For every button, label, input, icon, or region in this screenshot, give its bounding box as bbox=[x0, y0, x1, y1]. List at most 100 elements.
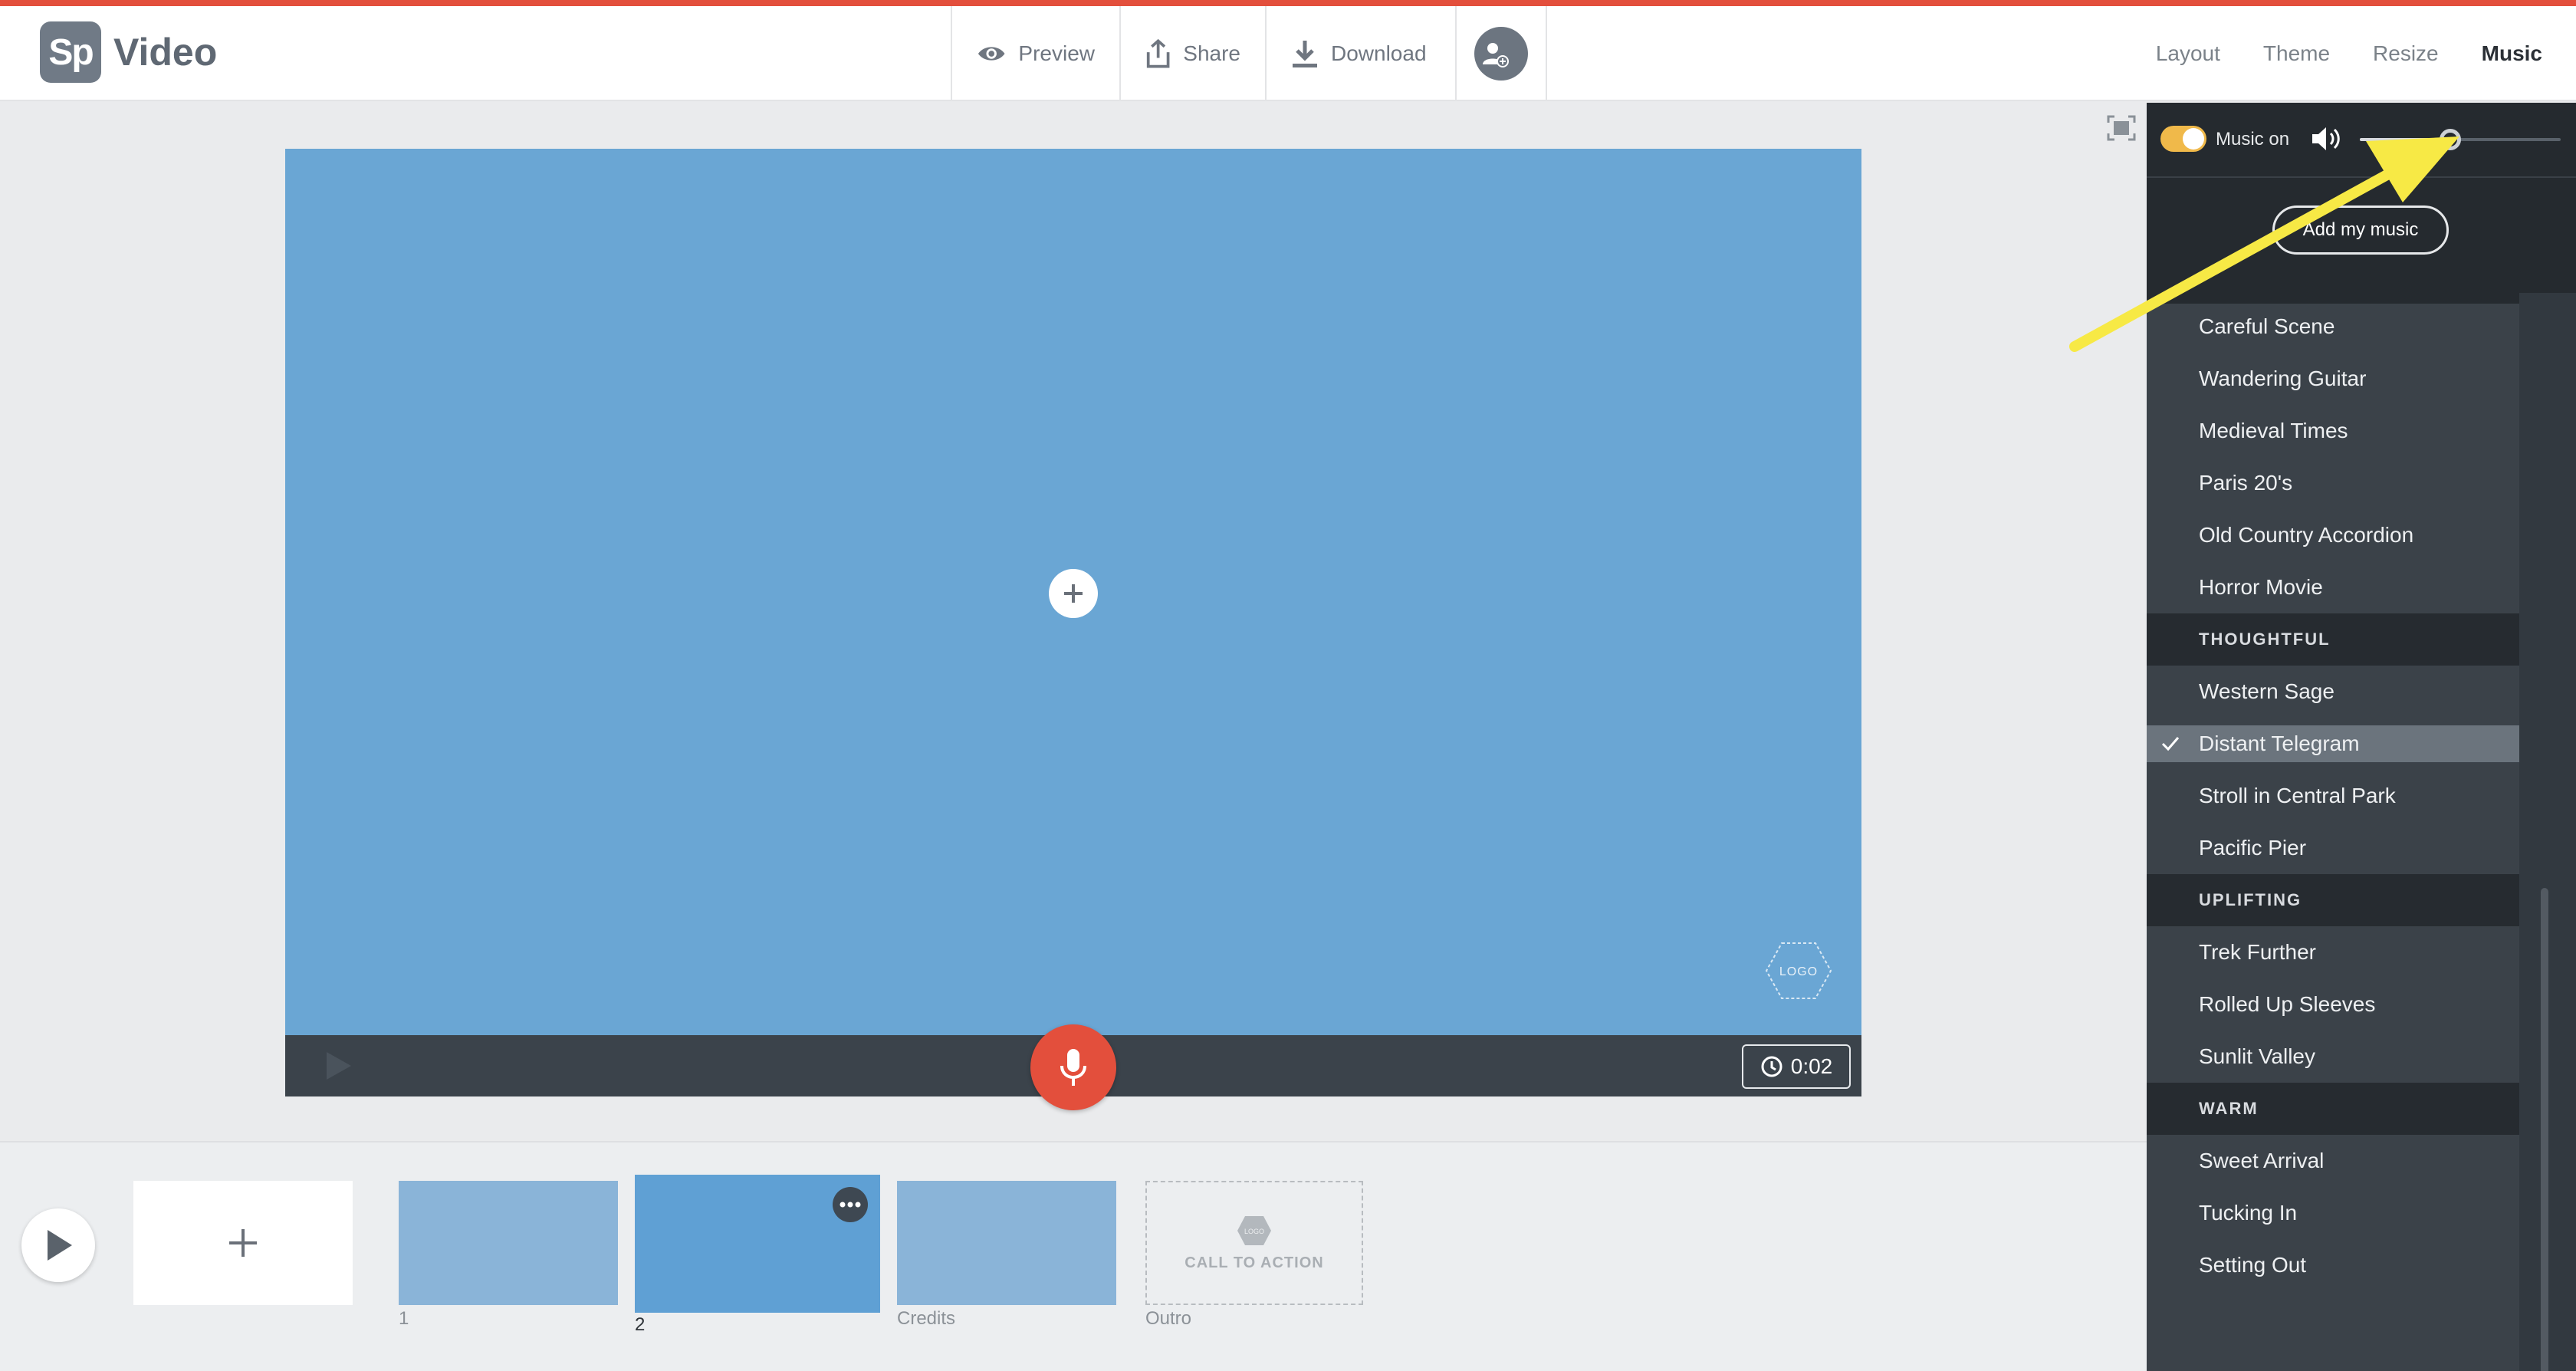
logo-badge-text: LOGO bbox=[1779, 965, 1818, 978]
scene-label: 1 bbox=[399, 1308, 409, 1329]
logo-text: Video bbox=[113, 31, 218, 74]
music-track[interactable]: Pacific Pier bbox=[2147, 822, 2519, 874]
music-track-title: Sunlit Valley bbox=[2199, 1044, 2316, 1068]
app-header: Sp Video Preview Share Download Layout T… bbox=[0, 6, 2576, 101]
logo-placeholder-icon[interactable]: LOGO bbox=[1765, 942, 1832, 1000]
music-track[interactable]: Stroll in Central Park bbox=[2147, 770, 2519, 822]
nav-layout[interactable]: Layout bbox=[2156, 41, 2220, 66]
right-nav: Layout Theme Resize Music bbox=[2113, 6, 2542, 101]
add-scene-button[interactable] bbox=[133, 1181, 353, 1305]
account-button[interactable] bbox=[1455, 6, 1547, 101]
music-category-header: WARM bbox=[2147, 1083, 2519, 1135]
music-track[interactable]: Sweet Arrival bbox=[2147, 1135, 2519, 1187]
scene-label: Credits bbox=[897, 1308, 956, 1329]
music-track[interactable]: Trek Further bbox=[2147, 926, 2519, 978]
volume-slider-fill bbox=[2360, 138, 2450, 141]
record-voice-button[interactable] bbox=[1030, 1024, 1116, 1110]
play-all-button[interactable] bbox=[21, 1208, 95, 1282]
logo-mark: Sp bbox=[40, 21, 101, 83]
add-user-icon bbox=[1474, 27, 1528, 81]
music-track-title: Setting Out bbox=[2199, 1253, 2307, 1277]
scene-thumbnail[interactable] bbox=[897, 1181, 1116, 1305]
preview-button[interactable]: Preview bbox=[951, 6, 1119, 101]
volume-slider[interactable] bbox=[2360, 129, 2561, 150]
music-track[interactable]: Careful Scene bbox=[2147, 301, 2519, 353]
logo-placeholder-icon: LOGO bbox=[1237, 1215, 1271, 1245]
nav-music[interactable]: Music bbox=[2482, 41, 2542, 66]
music-track-title: Stroll in Central Park bbox=[2199, 784, 2396, 807]
scene-label: 2 bbox=[635, 1314, 646, 1335]
music-track[interactable]: Western Sage bbox=[2147, 666, 2519, 718]
download-label: Download bbox=[1331, 41, 1427, 65]
download-button[interactable]: Download bbox=[1265, 6, 1455, 101]
music-track-title: Careful Scene bbox=[2199, 314, 2335, 338]
add-my-music-button[interactable]: Add my music bbox=[2272, 205, 2449, 255]
music-track-title: Paris 20's bbox=[2199, 471, 2293, 495]
top-accent-bar bbox=[0, 0, 2576, 6]
music-track-title: Sweet Arrival bbox=[2199, 1149, 2325, 1172]
music-track-title: Tucking In bbox=[2199, 1201, 2298, 1225]
music-track[interactable]: Paris 20's bbox=[2147, 457, 2519, 509]
music-track-selected[interactable]: Distant Telegram bbox=[2147, 725, 2519, 762]
more-dots-icon bbox=[840, 1202, 861, 1208]
music-track[interactable]: Old Country Accordion bbox=[2147, 509, 2519, 561]
music-track-title: Western Sage bbox=[2199, 679, 2334, 703]
music-track[interactable]: Medieval Times bbox=[2147, 405, 2519, 457]
fullscreen-icon[interactable] bbox=[2107, 115, 2136, 141]
video-stage: LOGO 0:02 bbox=[285, 149, 1861, 1110]
scene-canvas[interactable]: LOGO bbox=[285, 149, 1861, 1035]
music-track-title: Wandering Guitar bbox=[2199, 367, 2367, 390]
app-logo[interactable]: Sp Video bbox=[40, 21, 217, 83]
scene-thumbnail[interactable] bbox=[399, 1181, 618, 1305]
music-track[interactable]: Sunlit Valley bbox=[2147, 1031, 2519, 1083]
play-icon bbox=[48, 1230, 72, 1261]
share-button[interactable]: Share bbox=[1119, 6, 1265, 101]
music-track-title: Medieval Times bbox=[2199, 419, 2348, 442]
preview-label: Preview bbox=[1018, 41, 1095, 65]
microphone-icon bbox=[1060, 1049, 1086, 1086]
plus-icon bbox=[229, 1229, 257, 1257]
divider bbox=[2147, 176, 2576, 178]
download-icon bbox=[1293, 41, 1317, 67]
volume-slider-thumb[interactable] bbox=[2439, 129, 2461, 150]
header-tools: Preview Share Download bbox=[951, 6, 1547, 101]
share-label: Share bbox=[1183, 41, 1240, 65]
music-track-title: Distant Telegram bbox=[2199, 732, 2360, 755]
checkmark-icon bbox=[2161, 737, 2180, 751]
duration-button[interactable]: 0:02 bbox=[1742, 1044, 1851, 1089]
scene-timeline: 1 2 Credits LOGO CALL TO ACTION Outro bbox=[0, 1141, 2147, 1371]
eye-icon bbox=[978, 47, 1005, 61]
play-icon[interactable] bbox=[325, 1050, 353, 1081]
music-toggle-label: Music on bbox=[2216, 129, 2290, 150]
music-track[interactable]: Horror Movie bbox=[2147, 561, 2519, 613]
music-track-title: Pacific Pier bbox=[2199, 836, 2307, 860]
music-track-title: Trek Further bbox=[2199, 940, 2316, 964]
call-to-action-text: CALL TO ACTION bbox=[1184, 1254, 1324, 1271]
music-toggle[interactable] bbox=[2160, 126, 2206, 152]
scrollbar[interactable] bbox=[2541, 888, 2548, 1371]
volume-icon[interactable] bbox=[2311, 124, 2341, 153]
music-track[interactable]: Wandering Guitar bbox=[2147, 353, 2519, 405]
music-panel: Music on Add my music Careful Scene Wande… bbox=[2147, 103, 2576, 1371]
share-icon bbox=[1146, 38, 1170, 68]
logo-badge-text: LOGO bbox=[1244, 1228, 1264, 1235]
nav-theme[interactable]: Theme bbox=[2263, 41, 2330, 66]
music-track[interactable]: Tucking In bbox=[2147, 1187, 2519, 1239]
add-content-button[interactable] bbox=[1049, 569, 1098, 618]
toggle-knob bbox=[2183, 128, 2204, 150]
music-category-header: THOUGHTFUL bbox=[2147, 613, 2519, 666]
music-track-title: Horror Movie bbox=[2199, 575, 2323, 599]
music-track-title: Old Country Accordion bbox=[2199, 523, 2414, 547]
scene-label: Outro bbox=[1145, 1308, 1192, 1329]
clock-icon bbox=[1761, 1056, 1783, 1077]
music-track-list: Careful Scene Wandering Guitar Medieval Ti… bbox=[2147, 301, 2519, 1291]
plus-icon bbox=[1064, 584, 1083, 603]
music-track[interactable]: Setting Out bbox=[2147, 1239, 2519, 1291]
nav-resize[interactable]: Resize bbox=[2373, 41, 2439, 66]
music-track[interactable]: Rolled Up Sleeves bbox=[2147, 978, 2519, 1031]
outro-scene[interactable]: LOGO CALL TO ACTION bbox=[1145, 1181, 1363, 1305]
music-track-title: Rolled Up Sleeves bbox=[2199, 992, 2376, 1016]
more-options-button[interactable] bbox=[833, 1187, 868, 1222]
duration-value: 0:02 bbox=[1790, 1054, 1833, 1078]
music-category-header: UPLIFTING bbox=[2147, 874, 2519, 926]
